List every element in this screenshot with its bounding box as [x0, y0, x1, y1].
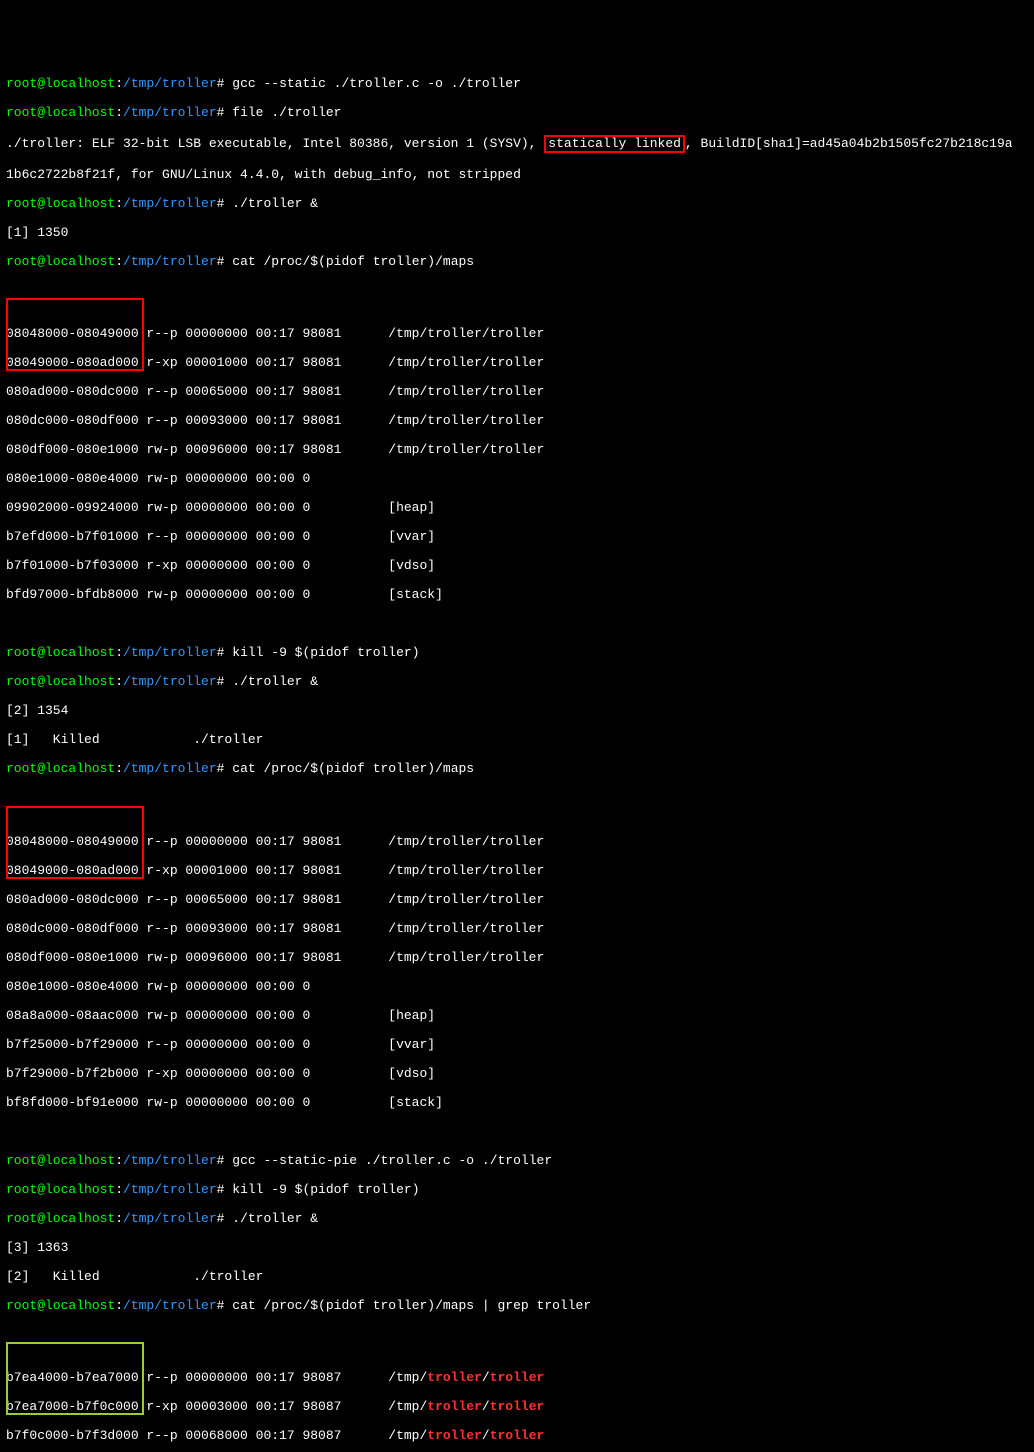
maps-line: 09902000-09924000 rw-p 00000000 00:00 0 … [6, 500, 435, 515]
command: ./troller & [232, 1211, 318, 1226]
prompt-path: /tmp/troller [123, 76, 217, 91]
maps-line: 080df000-080e1000 rw-p 00096000 00:17 98… [6, 442, 544, 457]
grep-match: troller [490, 1370, 545, 1385]
prompt-user: root@localhost [6, 76, 115, 91]
command: ./troller & [232, 196, 318, 211]
maps-line: 08049000-080ad000 r-xp 00001000 00:17 98… [6, 863, 544, 878]
maps-addr: b7f0c000-b7f3d000 [6, 1428, 139, 1443]
command: file ./troller [232, 105, 341, 120]
grep-match: troller [490, 1428, 545, 1443]
maps-line: 08048000-08049000 r--p 00000000 00:17 98… [6, 326, 544, 341]
grep-match: troller [427, 1428, 482, 1443]
maps-line: b7efd000-b7f01000 r--p 00000000 00:00 0 … [6, 529, 435, 544]
statically-linked-highlight: statically linked [544, 135, 685, 154]
command: ./troller & [232, 674, 318, 689]
maps-line: 080ad000-080dc000 r--p 00065000 00:17 98… [6, 384, 544, 399]
maps-line: bf8fd000-bf91e000 rw-p 00000000 00:00 0 … [6, 1095, 443, 1110]
maps-line: 080dc000-080df000 r--p 00093000 00:17 98… [6, 921, 544, 936]
command: cat /proc/$(pidof troller)/maps [232, 761, 474, 776]
maps-line: 080dc000-080df000 r--p 00093000 00:17 98… [6, 413, 544, 428]
maps-addr: b7ea4000-b7ea7000 [6, 1370, 139, 1385]
job-output: [1] 1350 [6, 225, 68, 240]
maps-addr: b7ea7000-b7f0c000 [6, 1399, 139, 1414]
killed-output: [2] Killed ./troller [6, 1269, 263, 1284]
maps-line: 08048000-08049000 r--p 00000000 00:17 98… [6, 834, 544, 849]
command: cat /proc/$(pidof troller)/maps | grep t… [232, 1298, 591, 1313]
grep-match: troller [490, 1399, 545, 1414]
maps-line: b7f25000-b7f29000 r--p 00000000 00:00 0 … [6, 1037, 435, 1052]
maps-line: 080e1000-080e4000 rw-p 00000000 00:00 0 [6, 979, 310, 994]
maps-line: 08a8a000-08aac000 rw-p 00000000 00:00 0 … [6, 1008, 435, 1023]
maps-line: bfd97000-bfdb8000 rw-p 00000000 00:00 0 … [6, 587, 443, 602]
job-output: [3] 1363 [6, 1240, 68, 1255]
job-output: [2] 1354 [6, 703, 68, 718]
command: gcc --static-pie ./troller.c -o ./trolle… [232, 1153, 552, 1168]
maps-line: b7f01000-b7f03000 r-xp 00000000 00:00 0 … [6, 558, 435, 573]
terminal-output: root@localhost:/tmp/troller# gcc --stati… [6, 62, 1028, 1452]
maps-block-3: b7ea4000-b7ea7000 r--p 00000000 00:17 98… [6, 1342, 1028, 1452]
file-output: ./troller: ELF 32-bit LSB executable, In… [6, 136, 544, 151]
command: kill -9 $(pidof troller) [232, 1182, 419, 1197]
command: cat /proc/$(pidof troller)/maps [232, 254, 474, 269]
maps-block-2: 08048000-08049000 r--p 00000000 00:17 98… [6, 806, 1028, 1125]
maps-line: 080ad000-080dc000 r--p 00065000 00:17 98… [6, 892, 544, 907]
grep-match: troller [427, 1399, 482, 1414]
maps-line: b7f29000-b7f2b000 r-xp 00000000 00:00 0 … [6, 1066, 435, 1081]
maps-line: 08049000-080ad000 r-xp 00001000 00:17 98… [6, 355, 544, 370]
command: gcc --static ./troller.c -o ./troller [232, 76, 521, 91]
command: kill -9 $(pidof troller) [232, 645, 419, 660]
maps-line: 080e1000-080e4000 rw-p 00000000 00:00 0 [6, 471, 310, 486]
maps-line: 080df000-080e1000 rw-p 00096000 00:17 98… [6, 950, 544, 965]
grep-match: troller [427, 1370, 482, 1385]
maps-block-1: 08048000-08049000 r--p 00000000 00:17 98… [6, 298, 1028, 617]
killed-output: [1] Killed ./troller [6, 732, 263, 747]
